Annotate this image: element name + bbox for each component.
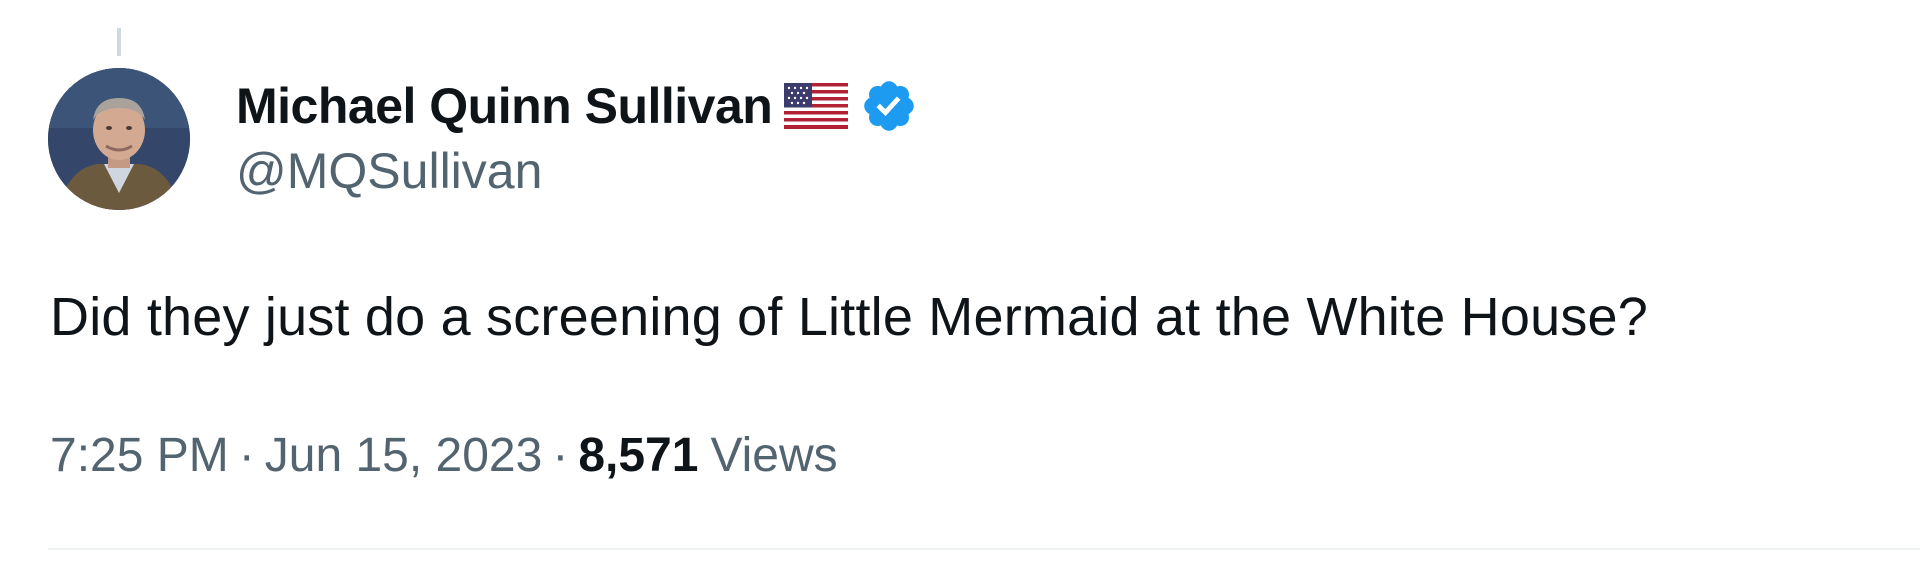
tweet-time[interactable]: 7:25 PM [50, 428, 229, 483]
views-count[interactable]: 8,571 [578, 428, 698, 483]
thread-connector-line [117, 28, 121, 56]
tweet-text: Did they just do a screening of Little M… [50, 287, 1648, 347]
author-display-name[interactable]: Michael Quinn Sullivan [236, 77, 773, 135]
avatar-photo [48, 68, 190, 210]
views-label[interactable]: Views [710, 428, 837, 483]
author-handle[interactable]: @MQSullivan [236, 142, 542, 200]
verified-badge-icon[interactable] [860, 77, 918, 135]
meta-separator: · [238, 429, 255, 482]
us-flag-icon [784, 83, 849, 129]
author-name-row: Michael Quinn Sullivan [236, 74, 918, 138]
tweet-date[interactable]: Jun 15, 2023 [265, 428, 543, 483]
avatar[interactable] [48, 68, 190, 210]
meta-separator: · [552, 429, 569, 482]
tweet-meta: 7:25 PM · Jun 15, 2023 · 8,571 Views [50, 428, 838, 483]
divider [48, 548, 1920, 550]
